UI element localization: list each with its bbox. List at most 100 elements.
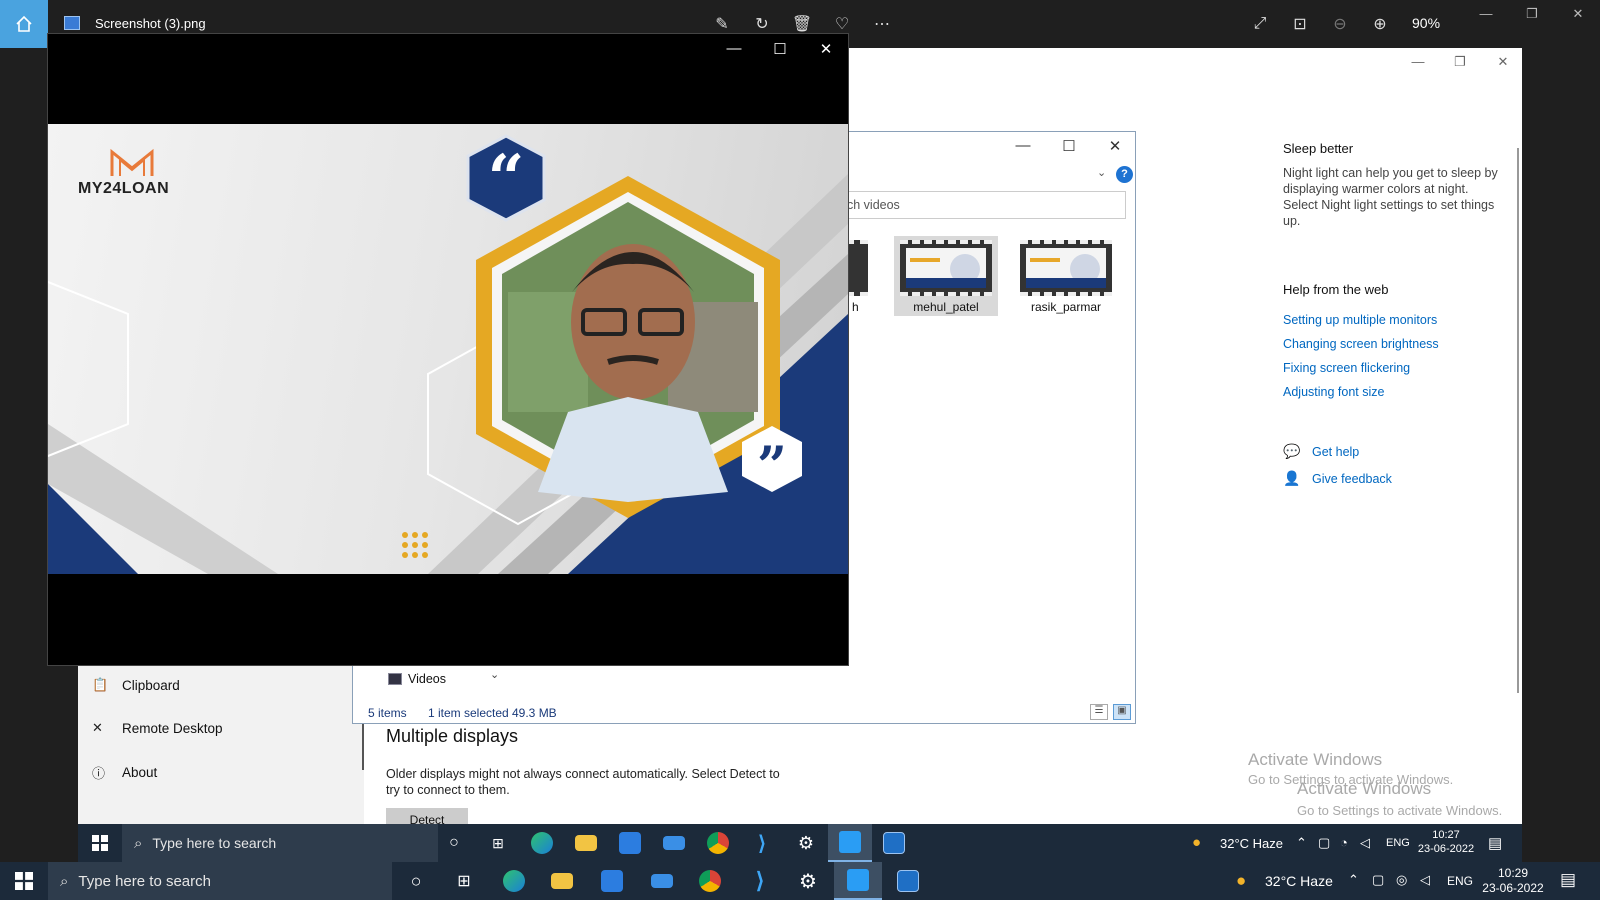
video-thumbnail [1020, 240, 1112, 296]
notification-icon[interactable]: ▤ [1560, 870, 1576, 890]
video-thumbnail-partial[interactable] [846, 240, 868, 296]
photos-icon[interactable] [884, 862, 932, 900]
help-link-monitors[interactable]: Setting up multiple monitors [1283, 313, 1437, 327]
inner-weather-text[interactable]: 32°C Haze [1220, 836, 1283, 851]
nav-label-about: About [122, 765, 158, 780]
help-link-flickering[interactable]: Fixing screen flickering [1283, 361, 1410, 375]
settings-close-button[interactable]: ✕ [1488, 54, 1518, 70]
zoom-out-icon[interactable]: ⊖ [1328, 12, 1352, 36]
inner-chrome-icon[interactable] [696, 824, 740, 862]
ribbon-expand-icon[interactable]: ⌄ [1097, 166, 1106, 179]
inner-clock[interactable]: 10:27 23-06-2022 [1416, 828, 1476, 856]
windows-logo-icon [15, 872, 33, 890]
weather-text[interactable]: 32°C Haze [1265, 873, 1333, 889]
help-link-brightness[interactable]: Changing screen brightness [1283, 337, 1439, 351]
activate-windows-title: Activate Windows [1248, 750, 1383, 769]
inner-cortana-icon[interactable]: ○ [432, 824, 476, 862]
inner-volume-icon[interactable]: ◁ [1360, 835, 1370, 851]
get-help-link[interactable]: Get help [1312, 445, 1359, 459]
task-view-icon[interactable]: ⊞ [442, 862, 486, 900]
inner-show-hidden-icon[interactable]: ⌃ [1296, 835, 1307, 851]
settings-minimize-button[interactable]: — [1403, 54, 1433, 69]
cortana-icon[interactable]: ○ [394, 862, 438, 900]
zoom-level[interactable]: 90% [1412, 15, 1440, 31]
explorer-maximize-button[interactable]: ☐ [1049, 137, 1089, 155]
inner-weather-icon[interactable]: ● [1192, 834, 1201, 851]
explorer-status-bar: 5 items 1 item selected 49.3 MB [354, 702, 1134, 722]
inner-network-icon[interactable]: ◔ [1340, 835, 1348, 850]
photos-file-title: Screenshot (3).png [95, 16, 206, 31]
status-item-count: 5 items [368, 706, 407, 720]
settings-scrollbar[interactable] [1517, 148, 1519, 693]
vscode-icon[interactable]: ⟩ [738, 862, 782, 900]
large-icons-view-icon[interactable]: ▣ [1113, 704, 1131, 720]
mail-icon[interactable] [640, 862, 684, 900]
help-link-font-size[interactable]: Adjusting font size [1283, 385, 1384, 399]
restore-button[interactable]: ❐ [1512, 6, 1552, 30]
close-button[interactable]: ✕ [1558, 6, 1598, 30]
volume-icon[interactable]: ◁ [1420, 872, 1430, 888]
inner-mail-icon[interactable] [652, 824, 696, 862]
nav-item-remote-desktop[interactable]: ✕ Remote Desktop [92, 720, 223, 736]
details-view-icon[interactable]: ☰ [1090, 704, 1108, 720]
inner-language[interactable]: ENG [1386, 837, 1410, 849]
show-hidden-icon[interactable]: ⌃ [1348, 872, 1359, 888]
main-search-box[interactable]: ⌕ Type here to search [48, 862, 392, 900]
nav-item-clipboard[interactable]: 📋 Clipboard [92, 677, 180, 693]
my24loan-logo-icon [110, 148, 154, 176]
edge-icon[interactable] [492, 862, 536, 900]
media-player-icon[interactable] [834, 862, 882, 900]
inner-edge-icon[interactable] [520, 824, 564, 862]
video-item-rasik-parmar[interactable]: rasik_parmar [1014, 236, 1118, 316]
tree-item-videos[interactable]: Videos [388, 672, 446, 686]
settings-icon[interactable]: ⚙ [786, 862, 830, 900]
minimize-button[interactable]: — [1466, 6, 1506, 30]
time: 10:29 [1497, 866, 1529, 880]
sleep-better-heading: Sleep better [1283, 141, 1354, 156]
network-icon[interactable]: ◎ [1396, 872, 1407, 888]
zoom-in-icon[interactable]: ⊕ [1368, 12, 1392, 36]
inner-vscode-icon[interactable]: ⟩ [740, 824, 784, 862]
start-button[interactable] [0, 862, 48, 900]
help-icon[interactable]: ? [1116, 166, 1133, 183]
meet-icon[interactable]: ▢ [1372, 872, 1384, 888]
give-feedback-link[interactable]: Give feedback [1312, 472, 1392, 486]
inner-task-view-icon[interactable]: ⊞ [476, 824, 520, 862]
viewer-maximize-button[interactable]: ☐ [760, 40, 800, 58]
explorer-close-button[interactable]: ✕ [1095, 137, 1135, 155]
inner-meet-icon[interactable]: ▢ [1318, 835, 1330, 851]
nav-item-about[interactable]: ⓘ About [92, 763, 157, 782]
weather-icon[interactable]: ● [1236, 871, 1246, 891]
video-thumbnail [900, 240, 992, 296]
nav-label-clipboard: Clipboard [122, 677, 180, 693]
settings-restore-button[interactable]: ❐ [1445, 54, 1475, 70]
multiple-displays-text: Older displays might not always connect … [386, 767, 780, 797]
viewer-close-button[interactable]: ✕ [806, 40, 846, 58]
chrome-icon[interactable] [688, 862, 732, 900]
clock[interactable]: 10:29 23-06-2022 [1476, 866, 1550, 896]
inner-file-explorer-icon[interactable] [564, 824, 608, 862]
explorer-search-input[interactable]: ch videos [846, 191, 1126, 219]
chevron-down-icon[interactable]: ⌄ [490, 668, 504, 688]
video-item-mehul-patel[interactable]: mehul_patel [894, 236, 998, 316]
activate-windows-title-2: Activate Windows [1297, 779, 1432, 798]
home-button[interactable] [0, 0, 48, 48]
fullscreen-icon[interactable]: ⤢ [1248, 12, 1272, 36]
status-size: 49.3 MB [512, 706, 557, 720]
actual-size-icon[interactable]: ⊡ [1288, 12, 1312, 36]
inner-settings-icon[interactable]: ⚙ [784, 824, 828, 862]
file-explorer-icon[interactable] [540, 862, 584, 900]
inner-start-button[interactable] [78, 824, 122, 862]
more-icon[interactable]: ⋯ [870, 12, 894, 36]
inner-search-box[interactable]: ⌕ Type here to search [122, 824, 438, 862]
inner-media-player-icon[interactable] [828, 824, 872, 862]
store-icon[interactable] [590, 862, 634, 900]
remote-desktop-icon: ✕ [92, 720, 103, 735]
language[interactable]: ENG [1447, 874, 1473, 888]
inner-photos-icon[interactable] [872, 824, 916, 862]
explorer-minimize-button[interactable]: — [1003, 137, 1043, 154]
viewer-minimize-button[interactable]: — [714, 40, 754, 57]
inner-notification-icon[interactable]: ▤ [1488, 834, 1502, 852]
inner-store-icon[interactable] [608, 824, 652, 862]
detect-button[interactable]: Detect [386, 808, 468, 824]
